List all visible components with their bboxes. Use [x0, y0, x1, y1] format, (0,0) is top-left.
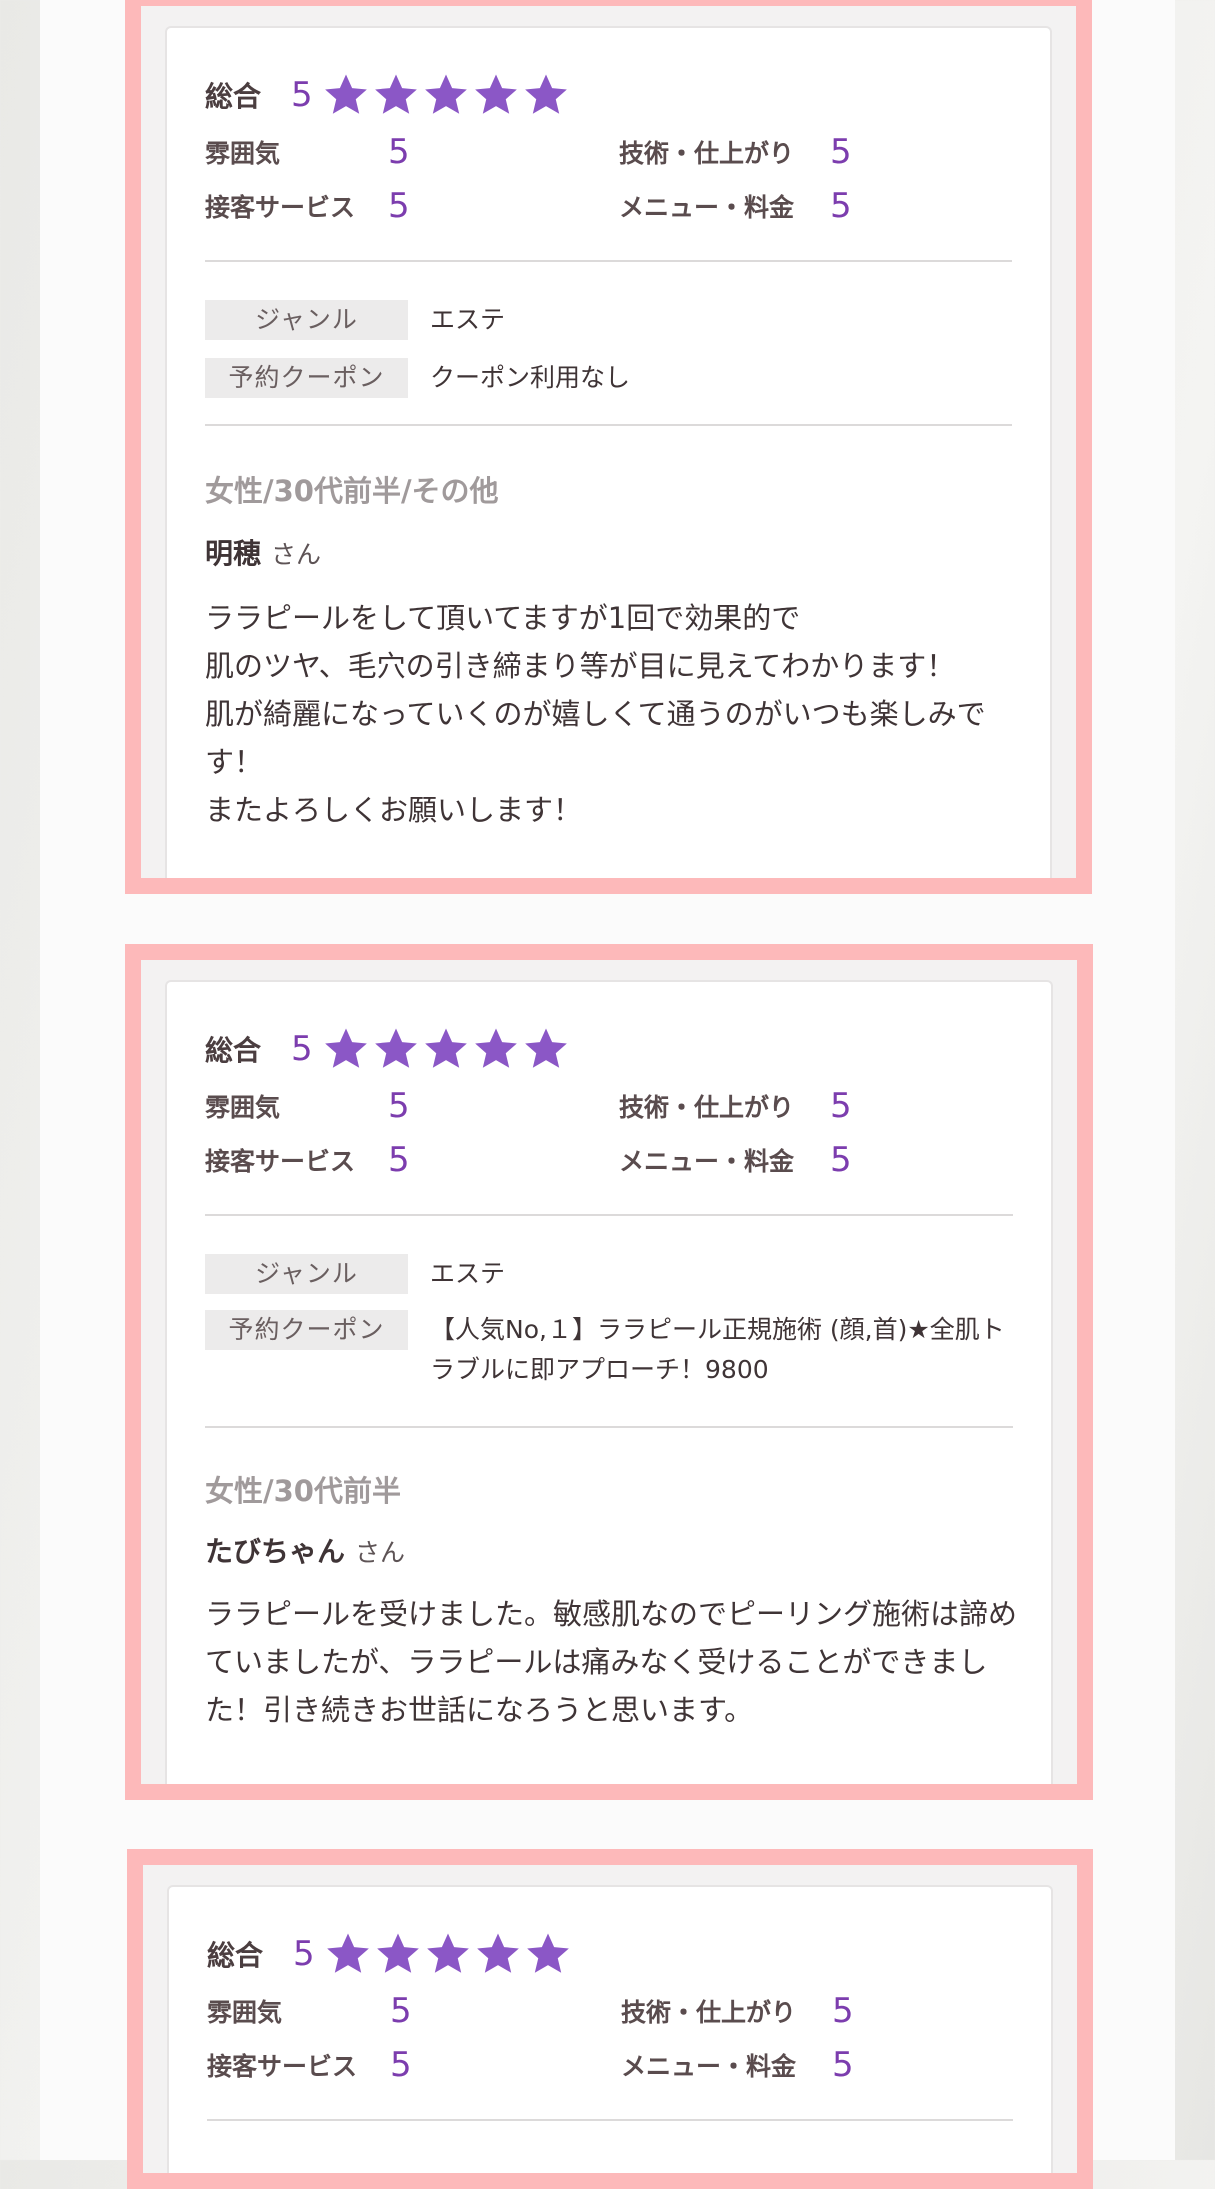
- coupon-label: 予約クーポン: [205, 1310, 408, 1350]
- review-frame-2: 総合 5 雰囲気 5 技術・仕上がり 5 接客サービス 5 メニュー・料金 5: [125, 944, 1093, 1800]
- star-icon: [425, 1932, 471, 1976]
- rating-value: 5: [388, 1086, 410, 1126]
- coupon-label: 予約クーポン: [205, 358, 408, 398]
- rating-price: メニュー・料金 5: [619, 186, 919, 226]
- genre-value: エステ: [430, 305, 506, 334]
- overall-rating: 総合 5: [205, 70, 573, 120]
- rating-value: 5: [832, 1991, 854, 2031]
- rating-value: 5: [390, 1991, 412, 2031]
- divider: [207, 2119, 1013, 2121]
- genre-row: ジャンル エステ: [205, 1254, 1013, 1294]
- star-icon: [325, 1932, 371, 1976]
- rating-label: 技術・仕上がり: [619, 139, 795, 168]
- star-rating: [323, 1027, 573, 1071]
- rating-label: 雰囲気: [207, 1998, 283, 2027]
- rating-label: 接客サービス: [205, 193, 356, 222]
- rating-label: 技術・仕上がり: [619, 1093, 795, 1122]
- rating-label: 雰囲気: [205, 139, 281, 168]
- rating-label: メニュー・料金: [619, 193, 795, 222]
- overall-rating: 総合 5: [207, 1929, 575, 1979]
- rating-price: メニュー・料金 5: [619, 1140, 919, 1180]
- reviewer-name: 明穂 さん: [205, 532, 321, 572]
- review-text: ララピールを受けました。敏感肌なのでピーリング施術は諦めていましたが、ララピール…: [205, 1597, 1018, 1727]
- honorific: さん: [355, 1538, 406, 1567]
- rating-technique: 技術・仕上がり 5: [619, 1086, 919, 1126]
- reviewer-name-text: 明穂: [205, 537, 262, 570]
- overall-score: 5: [293, 1934, 315, 1974]
- star-rating: [323, 73, 573, 117]
- star-icon: [323, 1027, 369, 1071]
- rating-atmosphere: 雰囲気 5: [207, 1991, 507, 2031]
- star-icon: [475, 1932, 521, 1976]
- rating-value: 5: [830, 1086, 852, 1126]
- rating-value: 5: [388, 132, 410, 172]
- star-rating: [325, 1932, 575, 1976]
- divider: [205, 1214, 1013, 1216]
- genre-label: ジャンル: [205, 300, 408, 340]
- reviewer-name: たびちゃん さん: [205, 1530, 405, 1570]
- divider: [205, 260, 1012, 262]
- star-icon: [375, 1932, 421, 1976]
- coupon-value: クーポン利用なし: [430, 363, 631, 392]
- rating-value: 5: [388, 186, 410, 226]
- star-icon: [423, 73, 469, 117]
- review-card: 総合 5 雰囲気 5 技術・仕上がり 5 接客サービス 5 メニュー・料金 5: [165, 26, 1052, 878]
- rating-service: 接客サービス 5: [205, 1140, 505, 1180]
- rating-value: 5: [390, 2045, 412, 2085]
- honorific: さん: [271, 540, 322, 569]
- review-card: 総合 5 雰囲気 5 技術・仕上がり 5 接客サービス 5 メニュー・料金 5: [167, 1885, 1053, 2173]
- genre-row: ジャンル エステ: [205, 300, 1012, 340]
- rating-label: メニュー・料金: [621, 2052, 797, 2081]
- star-icon: [323, 73, 369, 117]
- rating-price: メニュー・料金 5: [621, 2045, 921, 2085]
- rating-value: 5: [832, 2045, 854, 2085]
- star-icon: [423, 1027, 469, 1071]
- coupon-row: 予約クーポン クーポン利用なし: [205, 358, 1012, 398]
- divider: [205, 1426, 1013, 1428]
- overall-label: 総合: [205, 1034, 262, 1067]
- review-text: ララピールをして頂いてますが1回で効果的で 肌のツヤ、毛穴の引き締まり等が目に見…: [205, 601, 986, 827]
- star-icon: [523, 1027, 569, 1071]
- rating-atmosphere: 雰囲気 5: [205, 132, 505, 172]
- rating-label: メニュー・料金: [619, 1147, 795, 1176]
- rating-service: 接客サービス 5: [207, 2045, 507, 2085]
- review-frame-3: 総合 5 雰囲気 5 技術・仕上がり 5 接客サービス 5 メニュー・料金 5: [127, 1849, 1093, 2189]
- rating-label: 接客サービス: [205, 1147, 356, 1176]
- rating-value: 5: [830, 132, 852, 172]
- rating-atmosphere: 雰囲気 5: [205, 1086, 505, 1126]
- genre-value: エステ: [430, 1259, 506, 1288]
- coupon-value: 【人気No,１】ララピール正規施術 (顔,首)★全肌トラブルに即アプローチ！98…: [430, 1315, 1005, 1384]
- overall-score: 5: [291, 75, 313, 115]
- coupon-row: 予約クーポン 【人気No,１】ララピール正規施術 (顔,首)★全肌トラブルに即ア…: [205, 1310, 1013, 1390]
- rating-label: 接客サービス: [207, 2052, 358, 2081]
- rating-technique: 技術・仕上がり 5: [619, 132, 919, 172]
- overall-label: 総合: [207, 1939, 264, 1972]
- reviewer-meta: 女性/30代前半: [205, 1474, 401, 1508]
- star-icon: [373, 73, 419, 117]
- star-icon: [525, 1932, 571, 1976]
- rating-value: 5: [830, 186, 852, 226]
- star-icon: [523, 73, 569, 117]
- star-icon: [373, 1027, 419, 1071]
- review-card: 総合 5 雰囲気 5 技術・仕上がり 5 接客サービス 5 メニュー・料金 5: [165, 980, 1053, 1784]
- rating-label: 技術・仕上がり: [621, 1998, 797, 2027]
- divider: [205, 424, 1012, 426]
- genre-label: ジャンル: [205, 1254, 408, 1294]
- star-icon: [473, 1027, 519, 1071]
- review-frame-1: 総合 5 雰囲気 5 技術・仕上がり 5 接客サービス 5 メニュー・料金 5: [125, 0, 1092, 894]
- rating-label: 雰囲気: [205, 1093, 281, 1122]
- rating-value: 5: [830, 1140, 852, 1180]
- overall-rating: 総合 5: [205, 1024, 573, 1074]
- reviewer-meta: 女性/30代前半/その他: [205, 474, 499, 508]
- overall-label: 総合: [205, 80, 262, 113]
- rating-value: 5: [388, 1140, 410, 1180]
- star-icon: [473, 73, 519, 117]
- rating-service: 接客サービス 5: [205, 186, 505, 226]
- reviewer-name-text: たびちゃん: [205, 1535, 346, 1568]
- rating-technique: 技術・仕上がり 5: [621, 1991, 921, 2031]
- overall-score: 5: [291, 1029, 313, 1069]
